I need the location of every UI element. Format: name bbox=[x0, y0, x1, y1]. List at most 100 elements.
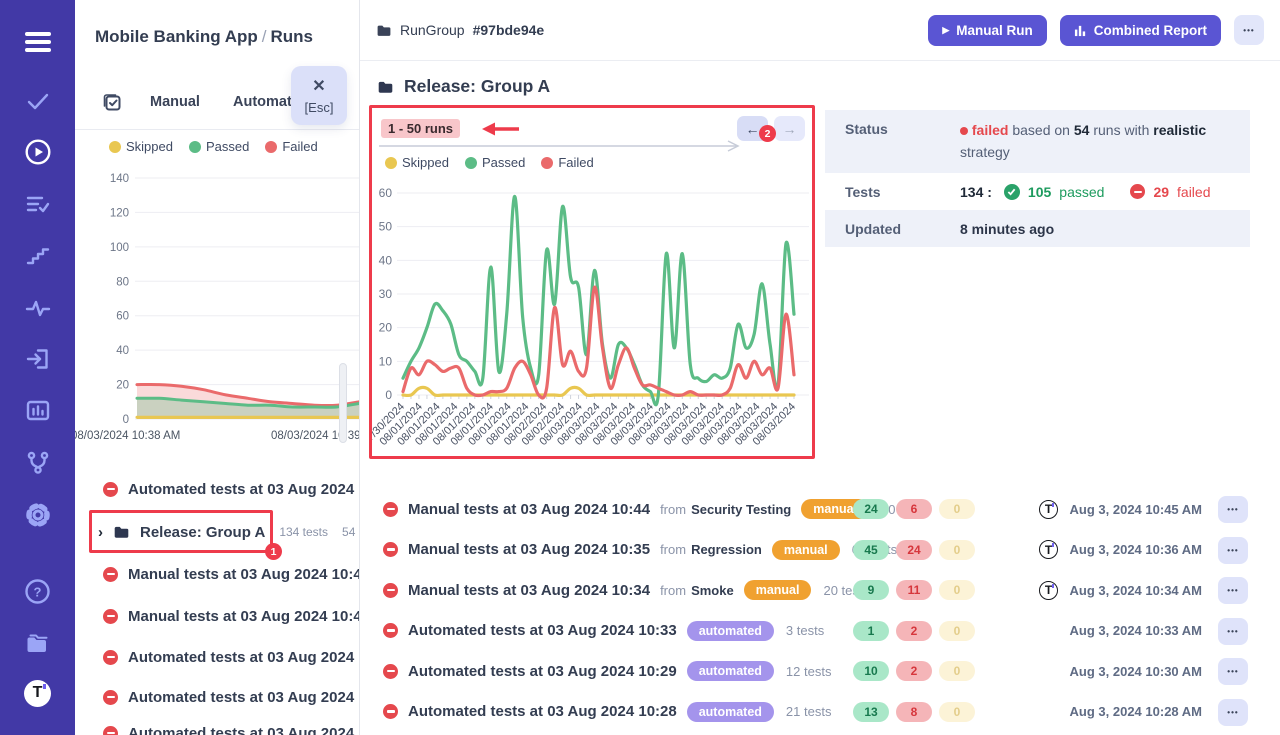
skipped-pill: 0 bbox=[939, 621, 975, 641]
folder-icon[interactable] bbox=[0, 628, 75, 658]
failed-pill: 24 bbox=[896, 540, 932, 560]
legend-dot bbox=[465, 157, 477, 169]
chart-next-page-button[interactable]: → bbox=[774, 116, 805, 141]
escape-hint-button[interactable]: ✕ [Esc] bbox=[291, 66, 347, 125]
status-panel: Status failed based on 54 runs with real… bbox=[825, 110, 1250, 247]
legend-item-passed[interactable]: Passed bbox=[465, 155, 525, 170]
folder-icon bbox=[377, 78, 394, 95]
activity-pulse-icon[interactable] bbox=[0, 293, 75, 323]
breadcrumb-project[interactable]: Mobile Banking App bbox=[95, 27, 258, 46]
run-group-item[interactable]: ›Release: Group A134 tests54 runs bbox=[75, 513, 360, 551]
svg-text:20: 20 bbox=[379, 321, 393, 335]
run-row[interactable]: Automated tests at 03 Aug 2024 10:29auto… bbox=[360, 651, 1280, 691]
bar-chart-icon[interactable] bbox=[0, 396, 75, 426]
tests-row: Tests 134 : 105 passed 29 failed bbox=[825, 173, 1250, 210]
rungroup-main: RunGroup #97bde94e ▶ Manual Run Combined… bbox=[360, 0, 1280, 735]
svg-text:?: ? bbox=[34, 584, 42, 599]
result-pills: 1380 bbox=[853, 702, 975, 722]
gear-icon[interactable] bbox=[0, 500, 75, 530]
failed-pill: 8 bbox=[896, 702, 932, 722]
legend-label: Skipped bbox=[126, 139, 173, 154]
row-more-button[interactable]: ••• bbox=[1218, 496, 1248, 523]
run-list-item[interactable]: Automated tests at 03 Aug 2024 10 bbox=[75, 470, 360, 508]
from-label: from bbox=[660, 583, 686, 598]
run-row[interactable]: Manual tests at 03 Aug 2024 10:44fromSec… bbox=[360, 489, 1280, 529]
tab-manual[interactable]: Manual bbox=[150, 94, 200, 110]
tests-count: 3 tests bbox=[786, 623, 824, 638]
help-circle-icon[interactable]: ? bbox=[0, 576, 75, 606]
updated-value: 8 minutes ago bbox=[960, 220, 1054, 237]
more-actions-button[interactable]: ••• bbox=[1234, 15, 1264, 45]
chart-pan-track[interactable] bbox=[379, 140, 751, 152]
legend-item-failed[interactable]: Failed bbox=[541, 155, 593, 170]
runs-history-chart: 010203040506007/30/202408/01/202408/01/2… bbox=[369, 181, 815, 459]
result-pills: 9110 bbox=[853, 580, 975, 600]
run-row[interactable]: Manual tests at 03 Aug 2024 10:35fromReg… bbox=[360, 530, 1280, 570]
run-row[interactable]: Manual tests at 03 Aug 2024 10:34fromSmo… bbox=[360, 570, 1280, 610]
chart-prev-page-button[interactable]: ← bbox=[737, 116, 768, 141]
row-more-button[interactable]: ••• bbox=[1218, 618, 1248, 645]
folder-icon bbox=[113, 520, 130, 545]
run-label: Manual tests at 03 Aug 2024 10:42 bbox=[128, 608, 360, 625]
run-list-item[interactable]: Manual tests at 03 Aug 2024 10:42 bbox=[75, 597, 360, 635]
row-more-button[interactable]: ••• bbox=[1218, 658, 1248, 685]
run-timestamp: Aug 3, 2024 10:45 AM bbox=[1032, 502, 1202, 517]
hamburger-menu-icon[interactable] bbox=[0, 27, 75, 57]
run-title: Manual tests at 03 Aug 2024 10:44 bbox=[408, 501, 650, 518]
status-row: Status failed based on 54 runs with real… bbox=[825, 110, 1250, 173]
skipped-pill: 0 bbox=[939, 540, 975, 560]
row-more-button[interactable]: ••• bbox=[1218, 577, 1248, 604]
run-list-item[interactable]: Automated tests at 03 Aug 2024 1 bbox=[75, 714, 360, 735]
failed-status-icon bbox=[103, 609, 118, 624]
page-title: Release: Group A bbox=[377, 76, 550, 97]
passed-pill: 10 bbox=[853, 661, 889, 681]
git-branch-icon[interactable] bbox=[0, 448, 75, 478]
run-title: Automated tests at 03 Aug 2024 10:28 bbox=[408, 703, 677, 720]
run-source: Smoke bbox=[691, 583, 734, 598]
svg-text:40: 40 bbox=[116, 345, 129, 357]
legend-dot bbox=[189, 141, 201, 153]
svg-text:140: 140 bbox=[110, 173, 129, 185]
sign-in-icon[interactable] bbox=[0, 344, 75, 374]
run-group-tests-meta: 134 tests bbox=[279, 525, 328, 539]
breadcrumb-separator: / bbox=[258, 27, 271, 46]
run-list-item[interactable]: Manual tests at 03 Aug 2024 10:43 bbox=[75, 555, 360, 593]
row-more-button[interactable]: ••• bbox=[1218, 537, 1248, 564]
svg-text:120: 120 bbox=[110, 207, 129, 219]
folder-icon bbox=[376, 22, 392, 38]
failed-status-icon bbox=[383, 583, 398, 598]
svg-text:50: 50 bbox=[379, 220, 393, 234]
legend-item-passed[interactable]: Passed bbox=[189, 139, 249, 154]
run-list-item[interactable]: Automated tests at 03 Aug 2024 10 bbox=[75, 678, 360, 716]
steps-icon[interactable] bbox=[0, 241, 75, 271]
check-icon[interactable] bbox=[0, 86, 75, 116]
failed-pill: 2 bbox=[896, 621, 932, 641]
panel-scrollbar-thumb[interactable] bbox=[339, 363, 347, 443]
svg-text:0: 0 bbox=[385, 388, 392, 402]
list-check-icon[interactable] bbox=[0, 190, 75, 220]
svg-text:60: 60 bbox=[379, 186, 393, 200]
play-circle-icon[interactable] bbox=[0, 137, 75, 167]
legend-label: Passed bbox=[206, 139, 249, 154]
skipped-pill: 0 bbox=[939, 580, 975, 600]
select-all-icon[interactable] bbox=[103, 93, 122, 117]
run-label: Automated tests at 03 Aug 2024 1 bbox=[128, 725, 360, 735]
legend-item-skipped[interactable]: Skipped bbox=[109, 139, 173, 154]
run-list-item[interactable]: Automated tests at 03 Aug 2024 10 bbox=[75, 638, 360, 676]
legend-label: Failed bbox=[282, 139, 317, 154]
testomat-logo[interactable]: T bbox=[0, 678, 75, 708]
run-row[interactable]: Automated tests at 03 Aug 2024 10:28auto… bbox=[360, 692, 1280, 732]
manual-run-button[interactable]: ▶ Manual Run bbox=[928, 15, 1046, 46]
run-group-label: Release: Group A bbox=[140, 524, 265, 541]
main-chart-legend: Skipped Passed Failed bbox=[385, 155, 594, 170]
play-icon: ▶ bbox=[942, 25, 949, 36]
row-more-button[interactable]: ••• bbox=[1218, 699, 1248, 726]
chevron-right-icon[interactable]: › bbox=[98, 524, 103, 541]
skipped-pill: 0 bbox=[939, 499, 975, 519]
legend-item-skipped[interactable]: Skipped bbox=[385, 155, 449, 170]
combined-report-button[interactable]: Combined Report bbox=[1060, 15, 1221, 46]
run-row[interactable]: Automated tests at 03 Aug 2024 10:33auto… bbox=[360, 611, 1280, 651]
legend-item-failed[interactable]: Failed bbox=[265, 139, 317, 154]
run-label: Automated tests at 03 Aug 2024 10 bbox=[128, 689, 360, 706]
svg-text:20: 20 bbox=[116, 380, 129, 392]
